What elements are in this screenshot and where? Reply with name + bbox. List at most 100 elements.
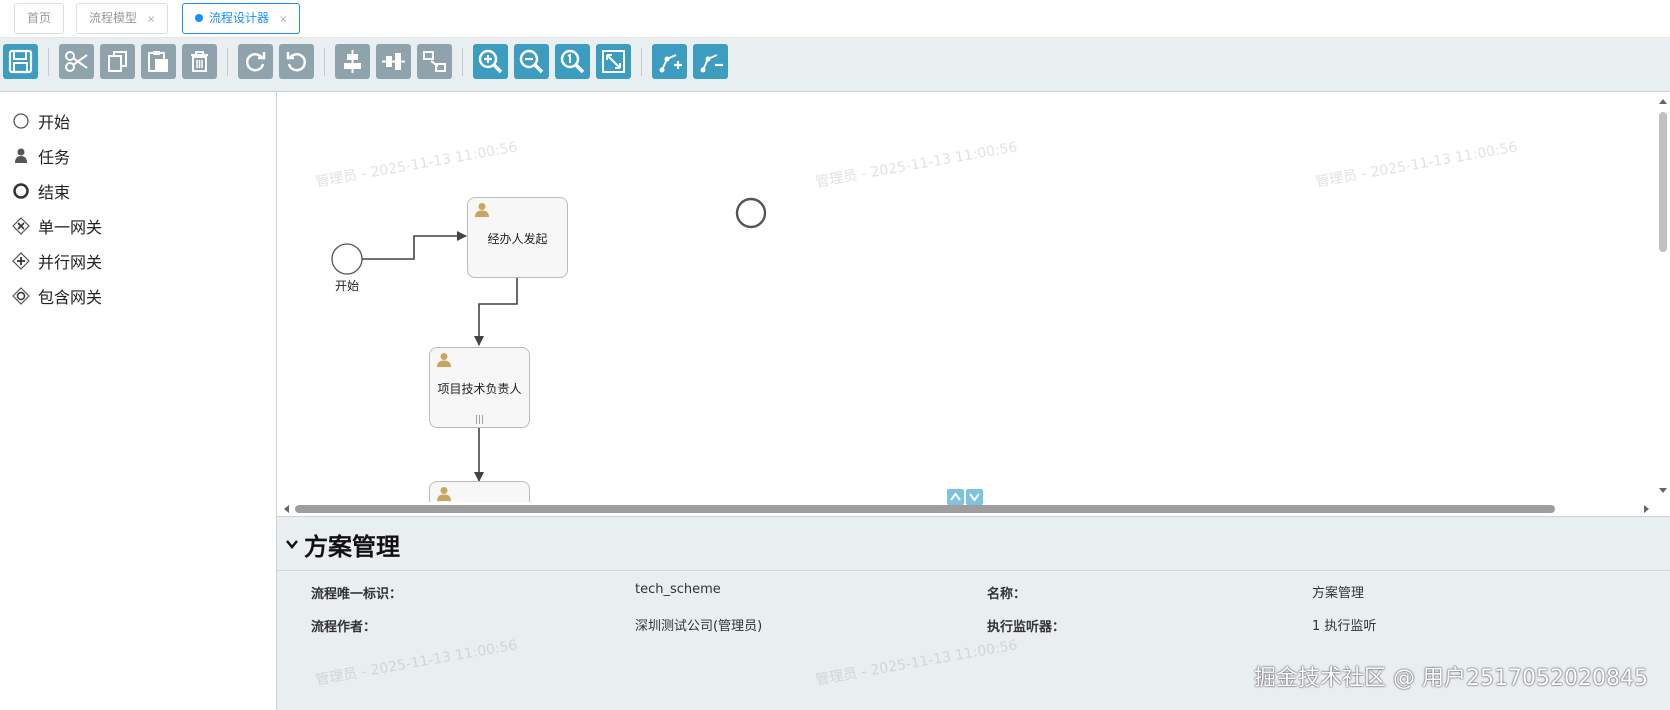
align-horizontal-button[interactable] xyxy=(335,44,370,79)
exclusive-gateway-icon xyxy=(12,217,30,235)
start-event[interactable] xyxy=(331,243,363,275)
tab-process-model[interactable]: 流程模型 × xyxy=(76,3,169,34)
palette-item-task[interactable]: 任务 xyxy=(12,144,70,168)
zoom-actual-button[interactable] xyxy=(555,44,590,79)
app-window: 首页 流程模型 × 流程设计器 × 开始 任务 结束 单一网关 并行网关 包含网… xyxy=(0,0,1670,710)
palette-item-label: 开始 xyxy=(38,113,71,132)
sequence-flow[interactable] xyxy=(362,231,467,260)
palette-item-parallel-gateway[interactable]: 并行网关 xyxy=(12,249,102,273)
user-icon xyxy=(12,147,30,165)
active-dot-icon xyxy=(195,14,203,22)
delete-icon xyxy=(191,51,208,72)
zoom-fit-icon xyxy=(602,50,625,73)
property-label: 流程作者： xyxy=(311,620,377,635)
bold-circle-icon xyxy=(12,182,30,200)
copy-button[interactable] xyxy=(100,44,135,79)
toolbar-separator xyxy=(641,48,642,76)
cut-button[interactable] xyxy=(59,44,94,79)
palette-item-label: 单一网关 xyxy=(38,218,103,237)
user-icon xyxy=(436,486,452,502)
element-palette: 开始 任务 结束 单一网关 并行网关 包含网关 xyxy=(0,92,277,710)
scrollbar-thumb[interactable] xyxy=(295,505,1555,513)
palette-item-inclusive-gateway[interactable]: 包含网关 xyxy=(12,284,102,308)
property-value[interactable]: 1 执行监听 xyxy=(1312,615,1376,634)
undo-button[interactable] xyxy=(279,44,314,79)
align-horizontal-icon xyxy=(344,50,361,73)
palette-item-label: 结束 xyxy=(38,183,71,202)
palette-item-label: 包含网关 xyxy=(38,288,103,307)
align-vertical-button[interactable] xyxy=(376,44,411,79)
save-button[interactable] xyxy=(3,44,38,79)
add-bendpoint-button[interactable] xyxy=(652,44,687,79)
same-size-icon xyxy=(423,51,446,72)
remove-bendpoint-button[interactable] xyxy=(693,44,728,79)
save-icon xyxy=(8,49,33,74)
zoom-actual-icon xyxy=(560,49,585,74)
end-event[interactable] xyxy=(735,197,767,229)
toolbar-separator xyxy=(48,48,49,76)
align-vertical-icon xyxy=(382,53,405,70)
zoom-out-icon xyxy=(519,49,544,74)
tab-bar: 首页 流程模型 × 流程设计器 × xyxy=(0,0,1670,38)
tab-label: 流程设计器 xyxy=(209,11,270,25)
same-size-button[interactable] xyxy=(417,44,452,79)
properties-header[interactable]: 方案管理 xyxy=(277,517,1670,571)
paste-button[interactable] xyxy=(141,44,176,79)
parallel-gateway-icon xyxy=(12,252,30,270)
circle-icon xyxy=(12,112,30,130)
user-task[interactable]: 项目技术负责人 ||| xyxy=(429,347,530,428)
scrollbar-thumb[interactable] xyxy=(1659,112,1667,252)
close-icon[interactable]: × xyxy=(147,14,155,25)
palette-item-exclusive-gateway[interactable]: 单一网关 xyxy=(12,214,102,238)
copy-icon xyxy=(108,51,127,72)
property-value[interactable]: tech_scheme xyxy=(635,582,721,597)
palette-item-label: 并行网关 xyxy=(38,253,103,272)
property-value[interactable]: 深圳测试公司(管理员) xyxy=(635,615,762,634)
zoom-in-icon xyxy=(478,49,503,74)
tab-label: 首页 xyxy=(27,11,52,25)
tab-home[interactable]: 首页 xyxy=(14,3,65,34)
watermark: 管理员 - 2025-11-13 11:00:56 xyxy=(314,637,519,689)
property-value[interactable]: 方案管理 xyxy=(1312,582,1364,601)
close-icon[interactable]: × xyxy=(279,14,287,25)
multi-instance-marker: ||| xyxy=(474,415,485,425)
redo-button[interactable] xyxy=(238,44,273,79)
user-task[interactable]: 经办人发起 xyxy=(467,197,568,278)
sequence-flow[interactable] xyxy=(474,278,518,346)
start-event-label: 开始 xyxy=(334,279,359,293)
tab-process-designer[interactable]: 流程设计器 × xyxy=(182,3,301,34)
zoom-fit-button[interactable] xyxy=(596,44,631,79)
watermark: 管理员 - 2025-11-13 11:00:56 xyxy=(814,637,1019,689)
task-label: 经办人发起 xyxy=(487,232,548,246)
properties-panel: 方案管理 管理员 - 2025-11-13 11:00:56 管理员 - 202… xyxy=(277,516,1670,710)
toolbar xyxy=(0,38,1670,92)
task-label: 项目技术负责人 xyxy=(437,382,522,396)
user-icon xyxy=(436,352,452,368)
chevron-down-icon[interactable] xyxy=(285,537,299,551)
cut-icon xyxy=(65,51,88,72)
vertical-scrollbar[interactable] xyxy=(1656,92,1670,516)
palette-item-start[interactable]: 开始 xyxy=(12,109,70,133)
add-bendpoint-icon xyxy=(659,54,682,73)
properties-title: 方案管理 xyxy=(304,533,400,561)
paste-icon xyxy=(148,51,168,72)
delete-button[interactable] xyxy=(182,44,217,79)
redo-icon xyxy=(245,52,266,72)
toolbar-separator xyxy=(227,48,228,76)
panel-resize-icon[interactable] xyxy=(947,489,983,505)
toolbar-separator xyxy=(462,48,463,76)
palette-item-label: 任务 xyxy=(38,148,71,167)
brand-watermark: 掘金技术社区 @ 用户2517052020845 xyxy=(1254,666,1648,691)
palette-item-end[interactable]: 结束 xyxy=(12,179,70,203)
diagram-svg xyxy=(331,197,767,482)
zoom-in-button[interactable] xyxy=(473,44,508,79)
user-icon xyxy=(474,202,490,218)
process-canvas[interactable]: 管理员 - 2025-11-13 11:00:56 管理员 - 2025-11-… xyxy=(277,92,1670,516)
property-label: 名称： xyxy=(987,587,1027,602)
remove-bendpoint-icon xyxy=(700,54,723,73)
tab-label: 流程模型 xyxy=(89,11,138,25)
inclusive-gateway-icon xyxy=(12,287,30,305)
property-label: 执行监听器： xyxy=(987,620,1066,635)
property-label: 流程唯一标识： xyxy=(311,587,403,602)
zoom-out-button[interactable] xyxy=(514,44,549,79)
